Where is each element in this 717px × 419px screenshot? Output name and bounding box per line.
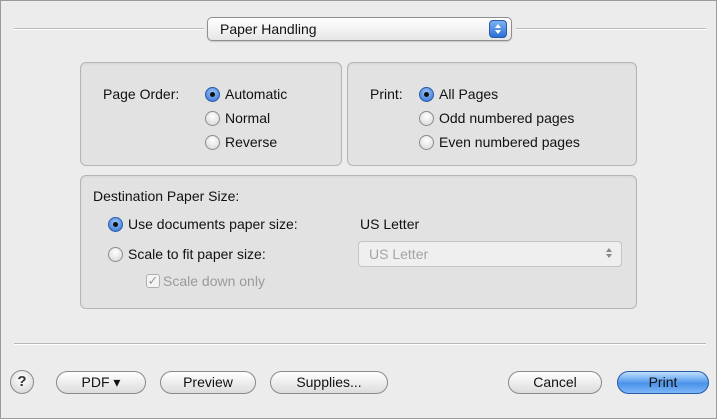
scale-to-fit-label[interactable]: Scale to fit paper size: [128, 246, 266, 262]
supplies-button[interactable]: Supplies... [270, 371, 388, 394]
scale-paper-size-select[interactable]: US Letter [358, 241, 622, 267]
scale-down-only-checkbox[interactable]: ✓ [146, 274, 160, 288]
print-odd-pages-radio[interactable] [419, 111, 434, 126]
popup-stepper-icon [489, 20, 507, 38]
cancel-button[interactable]: Cancel [508, 371, 602, 394]
scale-down-only-label[interactable]: Scale down only [163, 273, 265, 289]
print-odd-pages-label[interactable]: Odd numbered pages [439, 110, 574, 126]
page-order-normal-radio[interactable] [205, 111, 220, 126]
print-button[interactable]: Print [617, 371, 709, 394]
preview-button[interactable]: Preview [160, 371, 256, 394]
destination-paper-label: Destination Paper Size: [93, 188, 240, 204]
print-all-pages-label[interactable]: All Pages [439, 86, 498, 102]
bottom-separator [14, 343, 706, 345]
page-order-reverse-label[interactable]: Reverse [225, 134, 277, 150]
print-even-pages-radio[interactable] [419, 135, 434, 150]
select-stepper-icon [603, 245, 615, 261]
page-order-reverse-radio[interactable] [205, 135, 220, 150]
help-button[interactable]: ? [10, 370, 34, 394]
print-even-pages-label[interactable]: Even numbered pages [439, 134, 580, 150]
use-document-size-label[interactable]: Use documents paper size: [128, 216, 298, 232]
top-separator-right [516, 28, 706, 30]
scale-to-fit-radio[interactable] [108, 247, 123, 262]
document-size-value: US Letter [360, 216, 420, 232]
page-order-label: Page Order: [103, 86, 180, 102]
scale-paper-size-value: US Letter [369, 246, 429, 262]
page-order-normal-label[interactable]: Normal [225, 110, 270, 126]
panel-select-label: Paper Handling [220, 21, 317, 37]
print-all-pages-radio[interactable] [419, 87, 434, 102]
print-range-label: Print: [370, 86, 403, 102]
page-order-automatic-radio[interactable] [205, 87, 220, 102]
pdf-button[interactable]: PDF ▾ [56, 371, 146, 394]
panel-select-popup[interactable]: Paper Handling [207, 17, 512, 41]
top-separator-left [14, 28, 204, 30]
use-document-size-radio[interactable] [108, 217, 123, 232]
page-order-automatic-label[interactable]: Automatic [225, 86, 287, 102]
